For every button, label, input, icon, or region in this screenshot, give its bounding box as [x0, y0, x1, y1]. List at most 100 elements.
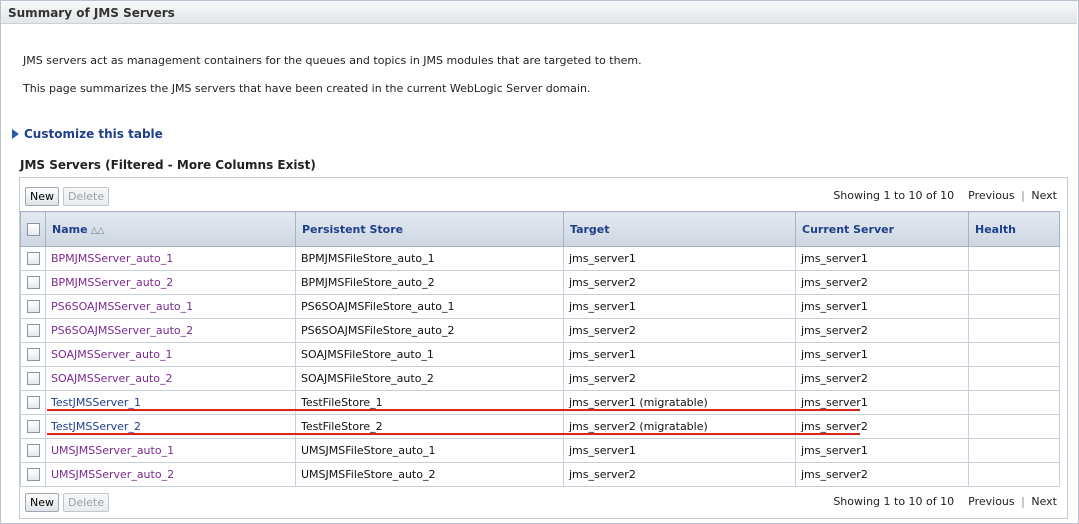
cell-health [968, 462, 1060, 487]
description-line-2: This page summarizes the JMS servers tha… [23, 82, 591, 95]
row-select-cell [20, 390, 46, 415]
server-name-link[interactable]: BPMJMSServer_auto_2 [51, 276, 173, 289]
cell-target: jms_server2 [563, 462, 796, 487]
pager-separator-bottom: | [1021, 495, 1025, 508]
pager-showing: Showing 1 to 10 of 10 [833, 189, 955, 202]
column-header-target[interactable]: Target [563, 211, 796, 247]
cell-name[interactable]: PS6SOAJMSServer_auto_2 [45, 318, 296, 343]
row-checkbox[interactable] [26, 324, 40, 338]
cell-current-server: jms_server1 [795, 438, 969, 463]
column-label-target[interactable]: Target [570, 223, 610, 236]
row-select-cell [20, 414, 46, 439]
table-title: JMS Servers (Filtered - More Columns Exi… [20, 158, 316, 172]
row-checkbox[interactable] [26, 444, 40, 458]
server-name-link[interactable]: SOAJMSServer_auto_2 [51, 372, 173, 385]
cell-health [968, 414, 1060, 439]
row-select-cell [20, 342, 46, 367]
column-label-current-server[interactable]: Current Server [802, 223, 894, 236]
cell-target: jms_server1 [563, 246, 796, 271]
server-name-link[interactable]: UMSJMSServer_auto_1 [51, 444, 174, 457]
customize-label[interactable]: Customize this table [24, 127, 163, 141]
server-name-link[interactable]: BPMJMSServer_auto_1 [51, 252, 173, 265]
new-button-bottom[interactable]: New [25, 493, 59, 512]
cell-current-server: jms_server2 [795, 318, 969, 343]
cell-target: jms_server1 [563, 342, 796, 367]
row-checkbox[interactable] [26, 252, 40, 266]
row-checkbox[interactable] [26, 276, 40, 290]
row-checkbox[interactable] [26, 468, 40, 482]
expand-triangle-icon[interactable] [12, 129, 19, 139]
cell-name[interactable]: UMSJMSServer_auto_2 [45, 462, 296, 487]
column-label-name[interactable]: Name [52, 223, 88, 236]
customize-table-link[interactable]: Customize this table [12, 127, 163, 141]
cell-name[interactable]: SOAJMSServer_auto_2 [45, 366, 296, 391]
cell-health [968, 390, 1060, 415]
server-name-link[interactable]: TestJMSServer_2 [51, 420, 141, 433]
table-row: BPMJMSServer_auto_2 BPMJMSFileStore_auto_… [20, 270, 1060, 295]
table-row: SOAJMSServer_auto_2 SOAJMSFileStore_auto_… [20, 366, 1060, 391]
row-select-cell [20, 438, 46, 463]
cell-persistent-store: PS6SOAJMSFileStore_auto_1 [295, 294, 564, 319]
row-checkbox[interactable] [26, 420, 40, 434]
cell-health [968, 270, 1060, 295]
server-name-link[interactable]: UMSJMSServer_auto_2 [51, 468, 174, 481]
column-label-health[interactable]: Health [975, 223, 1016, 236]
row-checkbox[interactable] [26, 348, 40, 362]
cell-health [968, 366, 1060, 391]
cell-persistent-store: UMSJMSFileStore_auto_1 [295, 438, 564, 463]
cell-name[interactable]: SOAJMSServer_auto_1 [45, 342, 296, 367]
table-row: UMSJMSServer_auto_2 UMSJMSFileStore_auto_… [20, 462, 1060, 487]
select-all-checkbox[interactable] [26, 222, 40, 236]
cell-current-server: jms_server1 [795, 246, 969, 271]
row-select-cell [20, 270, 46, 295]
delete-button-bottom[interactable]: Delete [63, 493, 110, 512]
delete-button-top[interactable]: Delete [63, 187, 110, 206]
jms-servers-table: Name △△ Persistent Store Target Current S… [20, 211, 1060, 487]
column-header-health[interactable]: Health [968, 211, 1060, 247]
previous-link[interactable]: Previous [968, 189, 1015, 202]
next-link[interactable]: Next [1031, 189, 1057, 202]
new-button-top[interactable]: New [25, 187, 59, 206]
row-select-cell [20, 462, 46, 487]
sort-ascending-icon[interactable]: △△ [91, 226, 105, 236]
server-name-link[interactable]: TestJMSServer_1 [51, 396, 141, 409]
server-name-link[interactable]: PS6SOAJMSServer_auto_1 [51, 300, 193, 313]
cell-target: jms_server2 [563, 318, 796, 343]
cell-name[interactable]: PS6SOAJMSServer_auto_1 [45, 294, 296, 319]
cell-health [968, 438, 1060, 463]
cell-persistent-store: SOAJMSFileStore_auto_2 [295, 366, 564, 391]
column-header-persistent-store[interactable]: Persistent Store [295, 211, 564, 247]
server-name-link[interactable]: SOAJMSServer_auto_1 [51, 348, 173, 361]
table-row: PS6SOAJMSServer_auto_1 PS6SOAJMSFileStore… [20, 294, 1060, 319]
table-body: BPMJMSServer_auto_1 BPMJMSFileStore_auto_… [20, 246, 1060, 487]
cell-current-server: jms_server1 [795, 294, 969, 319]
column-header-name[interactable]: Name △△ [45, 211, 296, 247]
row-select-cell [20, 318, 46, 343]
cell-current-server: jms_server2 [795, 462, 969, 487]
cell-persistent-store: PS6SOAJMSFileStore_auto_2 [295, 318, 564, 343]
row-checkbox[interactable] [26, 396, 40, 410]
table-row: PS6SOAJMSServer_auto_2 PS6SOAJMSFileStore… [20, 318, 1060, 343]
cell-name[interactable]: UMSJMSServer_auto_1 [45, 438, 296, 463]
page-header: Summary of JMS Servers [1, 1, 1077, 24]
jms-servers-table-panel: New Delete Showing 1 to 10 of 10 Previou… [19, 177, 1068, 519]
pager-separator: | [1021, 189, 1025, 202]
row-checkbox[interactable] [26, 372, 40, 386]
previous-link-bottom[interactable]: Previous [968, 495, 1015, 508]
column-label-persistent-store[interactable]: Persistent Store [302, 223, 403, 236]
pager-bottom: Showing 1 to 10 of 10 Previous | Next [833, 495, 1057, 508]
row-checkbox[interactable] [26, 300, 40, 314]
pager-top: Showing 1 to 10 of 10 Previous | Next [833, 189, 1057, 202]
select-all-cell [20, 211, 46, 247]
cell-name[interactable]: BPMJMSServer_auto_1 [45, 246, 296, 271]
cell-health [968, 294, 1060, 319]
next-link-bottom[interactable]: Next [1031, 495, 1057, 508]
cell-current-server: jms_server2 [795, 270, 969, 295]
table-row: UMSJMSServer_auto_1 UMSJMSFileStore_auto_… [20, 438, 1060, 463]
cell-name[interactable]: BPMJMSServer_auto_2 [45, 270, 296, 295]
cell-target: jms_server2 [563, 270, 796, 295]
column-header-current-server[interactable]: Current Server [795, 211, 969, 247]
cell-persistent-store: SOAJMSFileStore_auto_1 [295, 342, 564, 367]
server-name-link[interactable]: PS6SOAJMSServer_auto_2 [51, 324, 193, 337]
cell-current-server: jms_server2 [795, 366, 969, 391]
